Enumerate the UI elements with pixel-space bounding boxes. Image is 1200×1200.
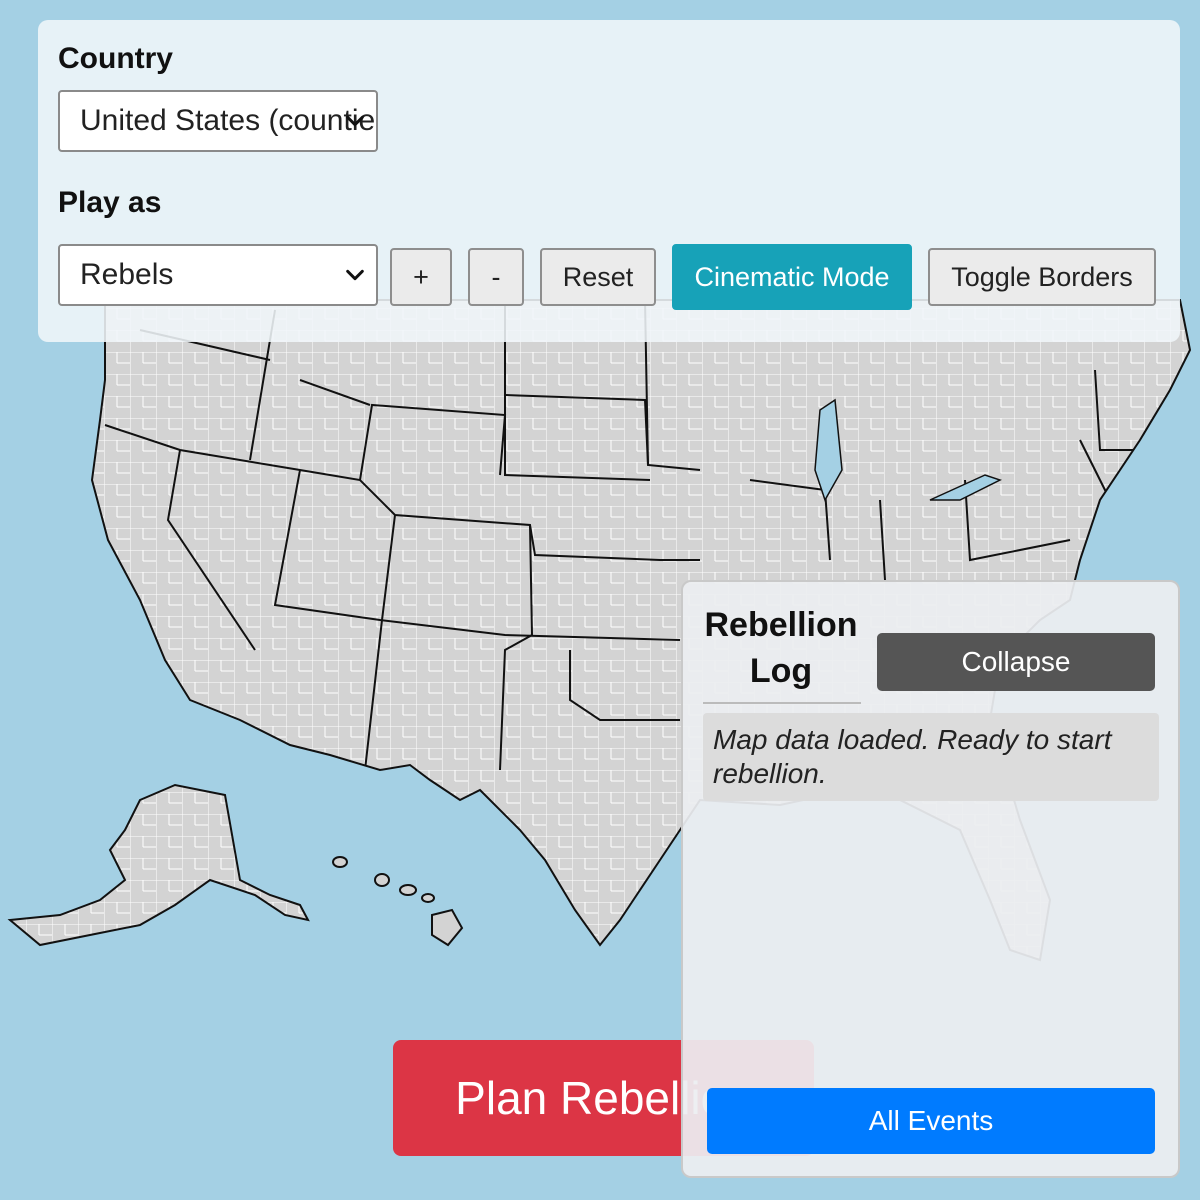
play-as-select[interactable]: Rebels — [58, 244, 378, 306]
reset-button[interactable]: Reset — [540, 248, 656, 306]
country-select[interactable]: United States (counties) — [58, 90, 378, 152]
country-select-value: United States (counties) — [80, 104, 378, 137]
country-label: Country — [58, 42, 173, 75]
zoom-out-button[interactable]: - — [468, 248, 524, 306]
log-entry: Map data loaded. Ready to start rebellio… — [703, 713, 1159, 801]
rebellion-log-panel: Rebellion Log Collapse Map data loaded. … — [681, 580, 1180, 1178]
chevron-down-icon — [346, 269, 364, 281]
collapse-button[interactable]: Collapse — [877, 633, 1155, 691]
play-as-label: Play as — [58, 186, 162, 219]
zoom-in-button[interactable]: + — [390, 248, 452, 306]
alaska[interactable] — [7, 783, 310, 947]
cinematic-mode-button[interactable]: Cinematic Mode — [672, 244, 912, 310]
rebellion-log-title: Rebellion Log — [704, 606, 858, 690]
play-as-select-value: Rebels — [80, 258, 174, 291]
all-events-button[interactable]: All Events — [707, 1088, 1155, 1154]
chevron-down-icon — [346, 115, 364, 127]
log-title-divider — [703, 702, 861, 704]
control-panel: Country United States (counties) Play as… — [38, 20, 1180, 342]
toggle-borders-button[interactable]: Toggle Borders — [928, 248, 1156, 306]
hawaii[interactable] — [332, 856, 464, 947]
